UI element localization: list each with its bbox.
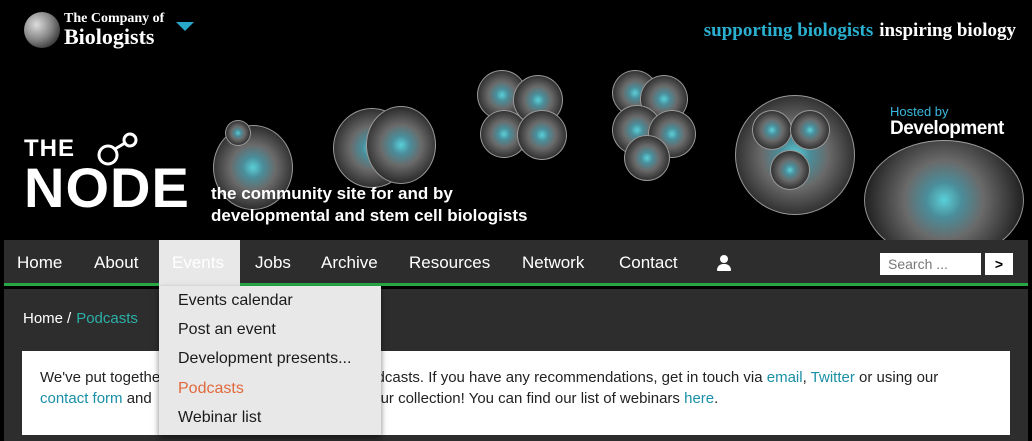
- intro-text-and: and: [126, 390, 152, 407]
- breadcrumb: Home / Podcasts: [23, 310, 138, 327]
- search-input[interactable]: [880, 253, 981, 275]
- intro-text-recommendations: odcasts. If you have any recommendations…: [368, 369, 763, 386]
- breadcrumb-home[interactable]: Home: [23, 310, 63, 327]
- nav-item-home[interactable]: Home: [17, 240, 62, 286]
- menu-item-post-an-event[interactable]: Post an event: [178, 321, 276, 339]
- tagline: supporting biologists inspiring biology: [704, 20, 1016, 42]
- nav-item-events[interactable]: Events: [159, 240, 240, 286]
- hosted-by-development[interactable]: Hosted by Development: [890, 105, 1004, 139]
- site-subtitle-line-2: developmental and stem cell biologists: [211, 206, 528, 225]
- main-content: Home / Podcasts We've put togethe odcasts. …: [4, 289, 1028, 441]
- tagline-supporting: supporting biologists: [703, 20, 874, 41]
- molecule-icon: [97, 132, 138, 166]
- development-journal-name: Development: [890, 117, 1004, 139]
- nav-item-network[interactable]: Network: [522, 240, 584, 286]
- intro-text-collection: o our collection! You can find our list …: [359, 390, 680, 407]
- intro-comma: ,: [802, 369, 807, 386]
- menu-item-podcasts[interactable]: Podcasts: [178, 380, 244, 398]
- nav-item-contact[interactable]: Contact: [619, 240, 678, 286]
- email-link[interactable]: email: [767, 369, 803, 386]
- intro-text-start: We've put togethe: [40, 369, 161, 386]
- search-button[interactable]: >: [985, 253, 1013, 275]
- chevron-down-icon[interactable]: [176, 21, 195, 31]
- twitter-link[interactable]: Twitter: [811, 369, 855, 386]
- company-of-biologists-logo[interactable]: The Company of Biologists: [24, 12, 195, 49]
- hosted-by-label: Hosted by: [890, 104, 949, 119]
- site-subtitle: the community site for and by developmen…: [211, 183, 527, 227]
- contact-form-link[interactable]: contact form: [40, 390, 123, 407]
- nav-item-archive[interactable]: Archive: [321, 240, 378, 286]
- header-banner: The Company of Biologists supporting bio…: [0, 0, 1032, 240]
- main-nav: Home About Events Jobs Archive Resources…: [4, 240, 1028, 286]
- webinars-here-link[interactable]: here: [684, 390, 714, 407]
- menu-item-events-calendar[interactable]: Events calendar: [178, 292, 293, 310]
- menu-item-development-presents[interactable]: Development presents...: [178, 350, 351, 368]
- events-dropdown-menu: Events calendar Post an event Developmen…: [159, 286, 381, 435]
- breadcrumb-current: Podcasts: [76, 310, 138, 327]
- nav-item-resources[interactable]: Resources: [409, 240, 490, 286]
- menu-item-webinar-list[interactable]: Webinar list: [178, 409, 261, 427]
- tagline-inspiring: inspiring biology: [879, 20, 1016, 41]
- site-subtitle-line-1: the community site for and by: [211, 184, 453, 203]
- intro-text-tail: or using our: [859, 369, 939, 386]
- nav-item-about[interactable]: About: [94, 240, 138, 286]
- nav-item-jobs[interactable]: Jobs: [255, 240, 291, 286]
- the-node-logo[interactable]: THE NODE: [24, 132, 190, 216]
- breadcrumb-separator: /: [67, 310, 72, 327]
- intro-period: .: [714, 390, 719, 407]
- org-name-big: Biologists: [64, 24, 155, 49]
- user-icon[interactable]: [717, 255, 731, 271]
- globe-logo-icon: [24, 12, 60, 48]
